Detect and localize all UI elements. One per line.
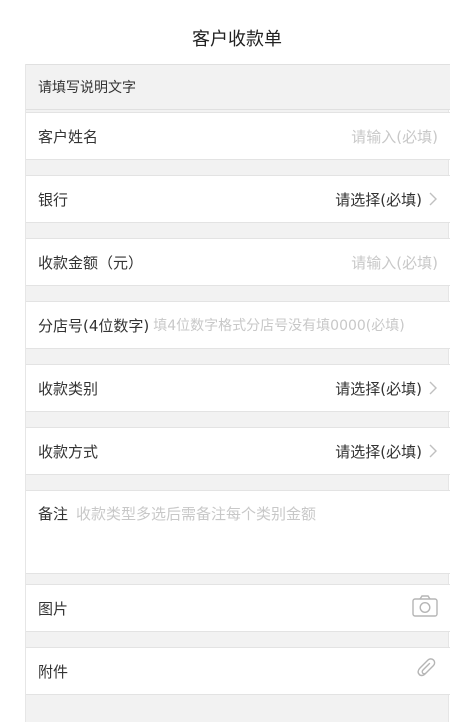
method-select[interactable]: 收款方式 请选择(必填) [26, 427, 450, 475]
bank-select[interactable]: 银行 请选择(必填) [26, 175, 450, 223]
remark-label: 备注 [38, 505, 69, 523]
method-value[interactable]: 请选择(必填) [335, 441, 422, 462]
category-select[interactable]: 收款类别 请选择(必填) [26, 364, 450, 412]
customer-name-label: 客户姓名 [38, 127, 99, 146]
customer-name-input[interactable]: 请输入(必填) [351, 126, 438, 147]
chevron-right-icon [428, 192, 438, 206]
form-hint: 请填写说明文字 [26, 64, 450, 110]
branch-number-field[interactable]: 分店号(4位数字) 填4位数字格式分店号没有填0000(必填) [26, 301, 450, 349]
category-value[interactable]: 请选择(必填) [335, 378, 422, 399]
attachment-label: 附件 [38, 662, 69, 681]
paperclip-icon[interactable] [416, 657, 438, 685]
branch-number-input[interactable]: 填4位数字格式分店号没有填0000(必填) [153, 315, 404, 335]
bank-value[interactable]: 请选择(必填) [335, 189, 422, 210]
collection-form: 请填写说明文字 客户姓名 请输入(必填) 银行 请选择(必填) 收款金额（元） … [25, 64, 450, 722]
amount-label: 收款金额（元） [38, 253, 144, 272]
remark-input[interactable]: 收款类型多选后需备注每个类别金额 [76, 503, 316, 524]
chevron-right-icon [428, 444, 438, 458]
attachment-upload[interactable]: 附件 [26, 647, 450, 695]
amount-input[interactable]: 请输入(必填) [351, 252, 438, 273]
page-title: 客户收款单 [192, 29, 282, 50]
branch-number-label: 分店号(4位数字) [38, 316, 150, 335]
customer-name-field[interactable]: 客户姓名 请输入(必填) [26, 112, 450, 160]
bank-label: 银行 [38, 190, 69, 209]
image-upload[interactable]: 图片 [26, 584, 450, 632]
category-label: 收款类别 [38, 379, 99, 398]
image-label: 图片 [38, 599, 69, 618]
remark-field[interactable]: 备注 收款类型多选后需备注每个类别金额 [26, 490, 450, 574]
amount-field[interactable]: 收款金额（元） 请输入(必填) [26, 238, 450, 286]
camera-icon[interactable] [412, 595, 438, 621]
method-label: 收款方式 [38, 442, 99, 461]
chevron-right-icon [428, 381, 438, 395]
